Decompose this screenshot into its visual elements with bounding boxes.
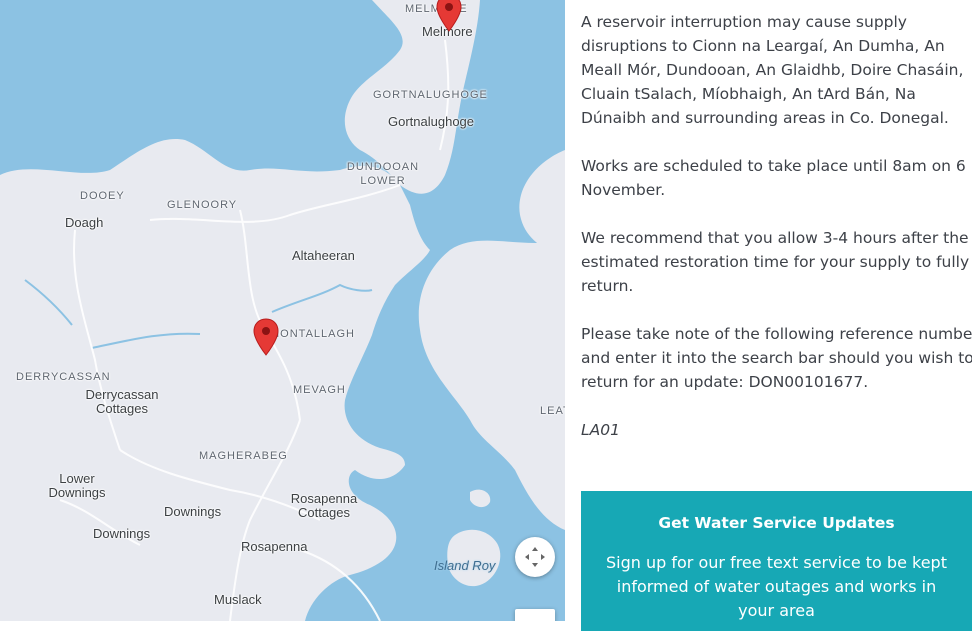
place-label: MONTALLAGH [270, 328, 355, 340]
place-label: Downings [164, 504, 222, 519]
outage-marker-pin-icon[interactable] [436, 0, 462, 32]
place-label: MEVAGH [293, 384, 346, 396]
notice-paragraph: A reservoir interruption may cause suppl… [581, 13, 964, 127]
place-label: MAGHERABEG [199, 450, 288, 462]
place-label: Downings [93, 526, 151, 541]
cta-body: Sign up for our free text service to be … [606, 553, 947, 620]
outage-notice: A reservoir interruption may cause suppl… [581, 10, 972, 490]
place-label: Rosapenna [241, 539, 308, 554]
place-label: Muslack [214, 592, 262, 607]
cta-title[interactable]: Get Water Service Updates [581, 513, 972, 533]
place-label: LEAT [540, 405, 565, 417]
place-label: DERRYCASSAN [16, 371, 111, 383]
notice-paragraph: Works are scheduled to take place until … [581, 157, 966, 199]
area-code: LA01 [581, 421, 620, 439]
notice-paragraph: We recommend that you allow 3-4 hours af… [581, 229, 970, 295]
place-label: Gortnalughoge [388, 114, 475, 129]
outage-map[interactable]: MELMORE Melmore GORTNALUGHOGE Gortnalugh… [0, 0, 565, 621]
outage-marker-pin-icon[interactable] [253, 318, 279, 356]
place-label: Island Roy [434, 558, 496, 573]
map-zoom-control[interactable] [515, 609, 555, 621]
place-label: Doagh [65, 215, 104, 230]
place-label: Rosapenna Cottages [290, 491, 358, 520]
place-label: Altaheeran [292, 248, 355, 263]
place-label: DUNDOOAN LOWER [346, 161, 420, 187]
place-label: GORTNALUGHOGE [373, 89, 488, 101]
place-label: GLENOORY [167, 199, 238, 211]
map-pan-control[interactable] [515, 537, 555, 577]
place-label: Lower Downings [48, 471, 106, 500]
place-label: Derrycassan Cottages [85, 387, 159, 416]
notice-paragraph: Please take note of the following refere… [581, 325, 972, 391]
move-arrows-icon [525, 547, 545, 567]
water-updates-signup-card[interactable]: Get Water Service Updates Sign up for ou… [581, 491, 972, 631]
place-label: DOOEY [80, 190, 125, 202]
